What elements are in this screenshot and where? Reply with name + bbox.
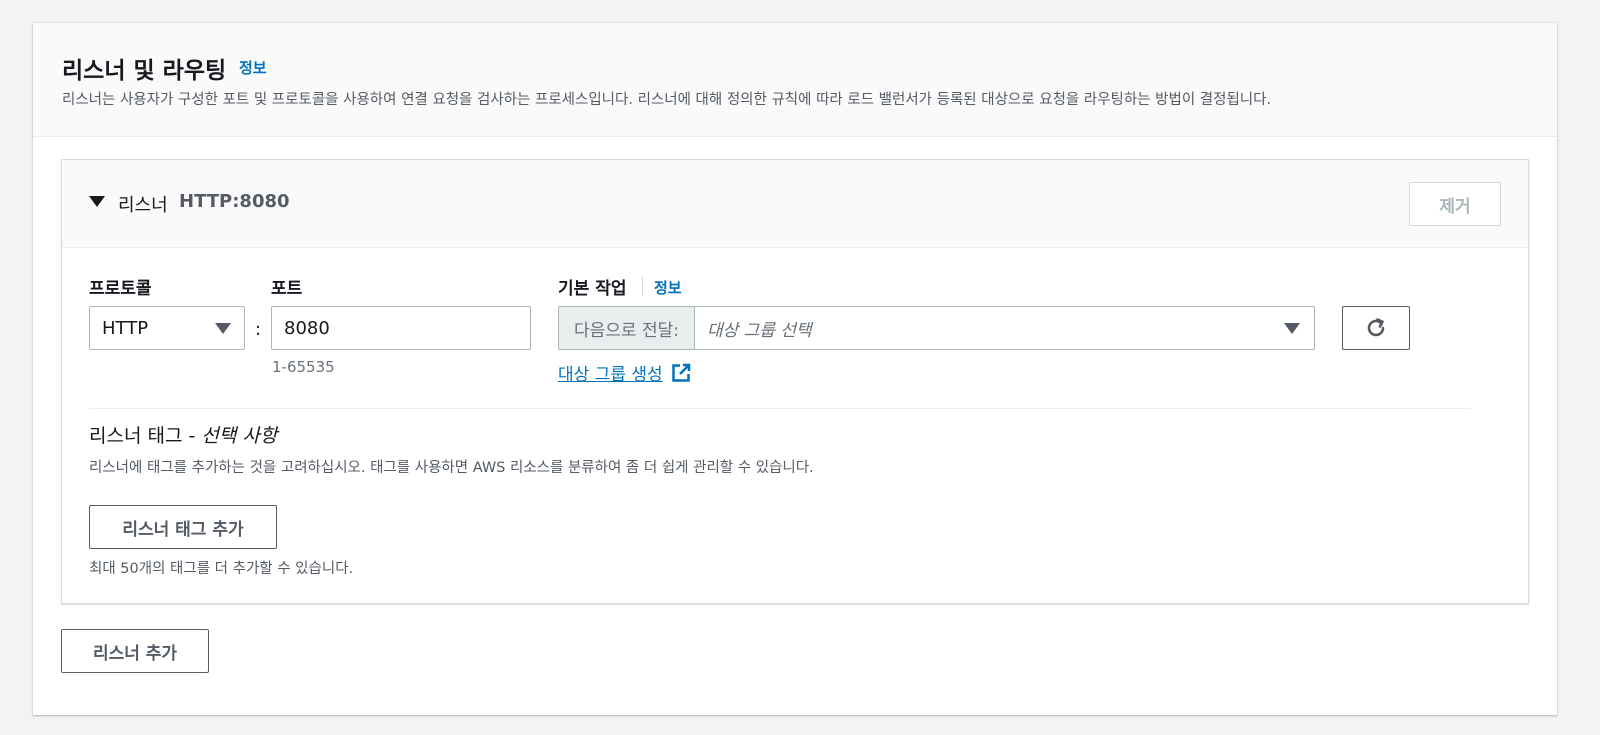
create-target-group-label: 대상 그룹 생성 (558, 365, 663, 385)
remove-listener-button[interactable]: 제거 (1409, 182, 1501, 226)
refresh-icon (1367, 318, 1385, 337)
protocol-select-value: HTTP (102, 317, 149, 339)
listener-tags-optional: 선택 사항 (201, 425, 278, 447)
label-divider (642, 276, 643, 296)
chevron-down-icon (215, 323, 231, 334)
listener-card-header: 리스너 HTTP:8080 제거 (62, 160, 1528, 248)
port-input[interactable]: 8080 (271, 306, 531, 350)
port-separator: : (255, 319, 262, 340)
section-info-link[interactable]: 정보 (239, 57, 267, 78)
section-divider (89, 408, 1471, 409)
refresh-button[interactable] (1342, 306, 1410, 350)
add-listener-tag-button[interactable]: 리스너 태그 추가 (89, 505, 277, 549)
listener-tags-title-text: 리스너 태그 - (89, 425, 202, 447)
caret-down-icon[interactable] (89, 196, 105, 207)
listener-card: 리스너 HTTP:8080 제거 프로토콜 HTTP : 포트 8080 1-6… (61, 159, 1529, 604)
chevron-down-icon (1284, 323, 1300, 334)
section-title: 리스너 및 라우팅 (62, 58, 227, 84)
target-group-select[interactable]: 대상 그룹 선택 (694, 306, 1315, 350)
forward-prefix: 다음으로 전달: (558, 306, 694, 350)
add-listener-button[interactable]: 리스너 추가 (61, 629, 209, 673)
listener-label: 리스너 (118, 195, 168, 216)
create-target-group-link[interactable]: 대상 그룹 생성 (558, 360, 691, 385)
protocol-select[interactable]: HTTP (89, 306, 245, 350)
port-label: 포트 (271, 279, 303, 299)
section-header: 리스너 및 라우팅 정보 리스너는 사용자가 구성한 포트 및 프로토콜을 사용… (33, 23, 1557, 137)
default-action-info-link[interactable]: 정보 (654, 277, 682, 298)
port-hint: 1-65535 (272, 358, 335, 376)
default-action-label: 기본 작업 (558, 279, 627, 299)
section-description: 리스너는 사용자가 구성한 포트 및 프로토콜을 사용하여 연결 요청을 검사하… (62, 92, 1272, 108)
listener-name: HTTP:8080 (179, 191, 290, 212)
tag-limit-text: 최대 50개의 태그를 더 추가할 수 있습니다. (89, 561, 354, 577)
listener-tags-description: 리스너에 태그를 추가하는 것을 고려하십시오. 태그를 사용하면 AWS 리소… (89, 460, 814, 476)
external-link-icon (671, 363, 690, 382)
listeners-routing-panel: 리스너 및 라우팅 정보 리스너는 사용자가 구성한 포트 및 프로토콜을 사용… (33, 23, 1557, 715)
listener-tags-title: 리스너 태그 - 선택 사항 (89, 421, 277, 448)
protocol-label: 프로토콜 (89, 279, 152, 299)
target-group-placeholder: 대상 그룹 선택 (707, 320, 812, 341)
